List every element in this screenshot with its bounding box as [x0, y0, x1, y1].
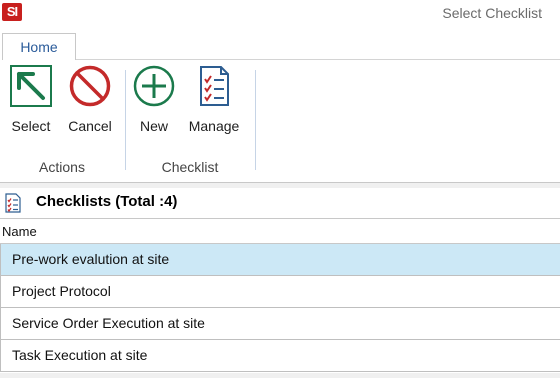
table-row[interactable]: Pre-work evalution at site: [0, 244, 560, 276]
ribbon: Select Cancel New Manage Actions Checkli…: [0, 60, 560, 183]
row-name: Task Execution at site: [12, 347, 148, 363]
list-title: Checklists (Total :4): [36, 193, 178, 210]
cancel-label: Cancel: [68, 118, 112, 134]
checklist-icon: [5, 193, 21, 213]
new-button[interactable]: New: [132, 64, 176, 134]
table-row[interactable]: Task Execution at site: [0, 340, 560, 372]
cancel-circle-icon: [69, 65, 111, 107]
select-arrow-icon: [10, 65, 52, 107]
table-row[interactable]: Project Protocol: [0, 276, 560, 308]
select-button[interactable]: Select: [9, 64, 53, 134]
column-header-name[interactable]: Name: [0, 218, 560, 244]
manage-button[interactable]: Manage: [184, 64, 244, 134]
table-row[interactable]: Service Order Execution at site: [0, 308, 560, 340]
group-separator: [255, 70, 256, 170]
checklist-document-icon: [200, 66, 229, 106]
tab-home[interactable]: Home: [2, 33, 76, 60]
row-name: Project Protocol: [12, 283, 111, 299]
group-label-checklist: Checklist: [161, 159, 219, 175]
new-label: New: [139, 118, 168, 134]
select-label: Select: [11, 118, 51, 134]
row-name: Service Order Execution at site: [12, 315, 205, 331]
group-label-actions: Actions: [39, 159, 85, 175]
column-header-label: Name: [2, 224, 37, 239]
manage-label: Manage: [188, 118, 240, 134]
list-header: Checklists (Total :4): [0, 188, 560, 218]
plus-circle-icon: [133, 65, 175, 107]
group-separator: [125, 70, 126, 170]
row-name: Pre-work evalution at site: [12, 251, 170, 267]
title-bar: SI Select Checklist: [0, 0, 560, 30]
bottom-bar: [0, 373, 560, 378]
ribbon-tab-strip: Home: [0, 30, 560, 60]
app-logo: SI: [2, 3, 22, 21]
cancel-button[interactable]: Cancel: [66, 64, 114, 134]
window-title: Select Checklist: [442, 5, 542, 21]
